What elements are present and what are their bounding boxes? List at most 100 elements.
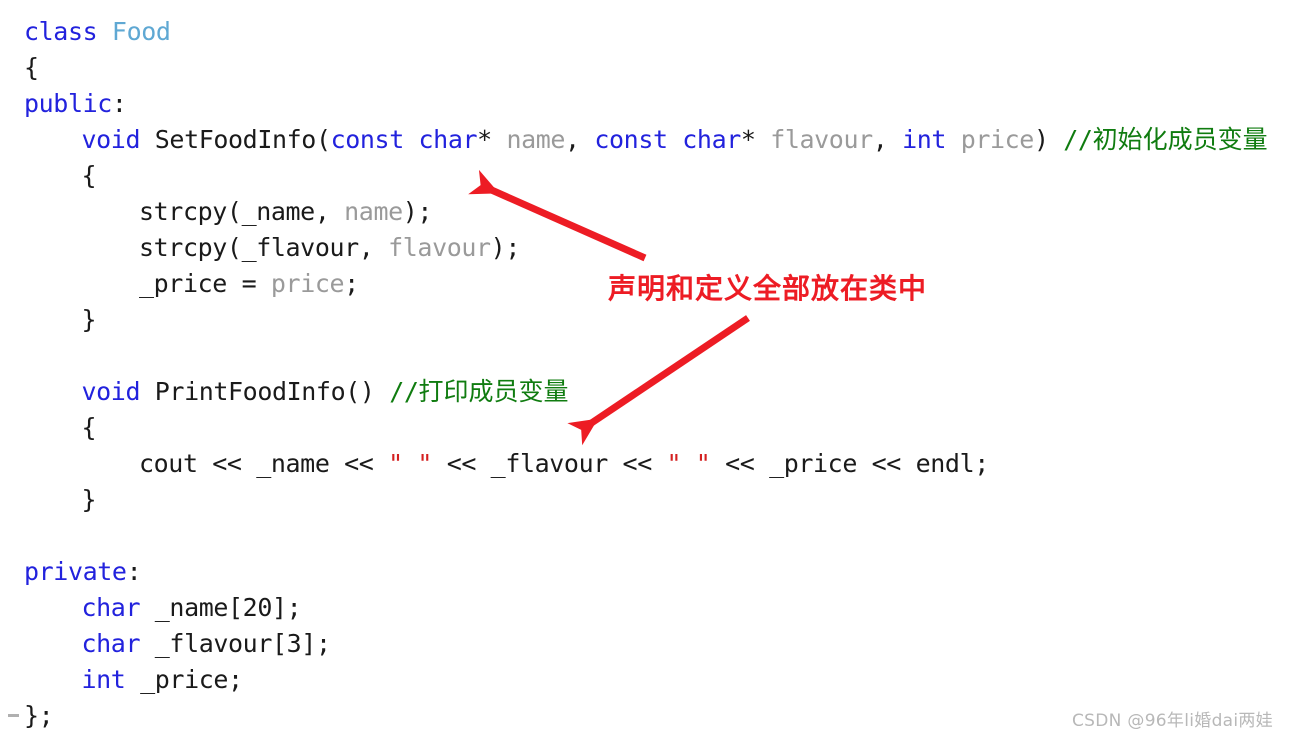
code-line: }; [24, 698, 54, 734]
code-token: { [81, 161, 97, 190]
code-token: ); [402, 197, 433, 226]
code-line: { [24, 50, 39, 86]
code-token: " " [388, 449, 433, 478]
code-token: } [81, 305, 97, 334]
code-token: price [960, 125, 1035, 154]
code-token: strcpy [139, 233, 227, 262]
code-token: : [111, 89, 127, 118]
code-token: [20]; [228, 593, 302, 622]
code-line: cout << _name << " " << _flavour << " " … [139, 446, 989, 482]
code-token: public [24, 89, 112, 118]
code-token: PrintFoodInfo [154, 377, 346, 406]
code-token: int [902, 125, 947, 154]
code-token: 初始化成员变量 [1092, 125, 1268, 154]
code-token: () [345, 377, 375, 406]
annotation-label: 声明和定义全部放在类中 [608, 272, 928, 305]
code-token: strcpy [139, 197, 227, 226]
code-token: ( [226, 197, 242, 226]
code-token: _name [256, 449, 330, 478]
code-line: void PrintFoodInfo() //打印成员变量 [82, 374, 569, 410]
code-token: _flavour [154, 629, 273, 658]
code-token: char [418, 125, 478, 154]
code-line: { [82, 158, 97, 194]
cursor-artifact [8, 714, 19, 717]
code-token: name [506, 125, 566, 154]
code-token: endl [915, 449, 975, 478]
code-token: << [197, 449, 257, 478]
code-token: const [330, 125, 405, 154]
code-line: strcpy(_flavour, flavour); [139, 230, 520, 266]
code-token: _name [154, 593, 229, 622]
code-token: ( [226, 233, 242, 262]
arrow-to-cout-block [567, 315, 750, 446]
code-token: ( [315, 125, 331, 154]
code-token: cout [139, 449, 198, 478]
code-token: * [740, 125, 756, 154]
code-token: }; [24, 701, 54, 730]
code-token: << [857, 449, 916, 478]
code-token: char [81, 593, 141, 622]
code-token: flavour [388, 233, 491, 262]
code-token: : [126, 557, 142, 586]
code-token: * [477, 125, 492, 154]
code-token: 打印成员变量 [418, 377, 569, 406]
code-token: << [329, 449, 389, 478]
code-token: { [24, 53, 39, 82]
code-token: // [389, 377, 419, 406]
code-token: void [81, 125, 141, 154]
code-token: void [81, 377, 141, 406]
code-token: << [432, 449, 491, 478]
code-token: _price [769, 449, 857, 478]
code-token: _price [140, 665, 229, 694]
code-token: << [710, 449, 770, 478]
code-token: ) [1033, 125, 1049, 154]
code-token: ; [974, 449, 989, 478]
code-line: int _price; [82, 662, 244, 698]
code-line: class Food [24, 14, 171, 50]
code-token: } [81, 485, 97, 514]
code-token: _name [241, 197, 316, 226]
code-line: char _name[20]; [82, 590, 302, 626]
code-line: char _flavour[3]; [82, 626, 331, 662]
code-token: const [594, 125, 668, 154]
code-token: , [358, 233, 389, 262]
code-token: price [270, 269, 345, 298]
code-line: private: [24, 554, 142, 590]
code-line: } [82, 482, 97, 518]
code-line: } [82, 302, 97, 338]
code-token: // [1063, 125, 1093, 154]
code-token: [3]; [271, 629, 331, 658]
code-token: , [565, 125, 595, 154]
code-token: class [24, 17, 98, 46]
code-line: public: [24, 86, 127, 122]
code-token: << [607, 449, 667, 478]
code-token: , [314, 197, 345, 226]
code-token: { [81, 413, 97, 442]
code-token: ); [490, 233, 521, 262]
code-token: _flavour [241, 233, 360, 262]
code-token: , [872, 125, 903, 154]
code-line: { [82, 410, 97, 446]
code-token: flavour [770, 125, 873, 154]
code-token: _price [139, 269, 227, 298]
csdn-watermark: CSDN @96年li婚dai两娃 [1072, 711, 1273, 731]
code-token: Food [111, 17, 171, 46]
code-token: name [344, 197, 403, 226]
code-token: ; [344, 269, 359, 298]
code-line: void SetFoodInfo(const char* name, const… [82, 122, 1268, 158]
